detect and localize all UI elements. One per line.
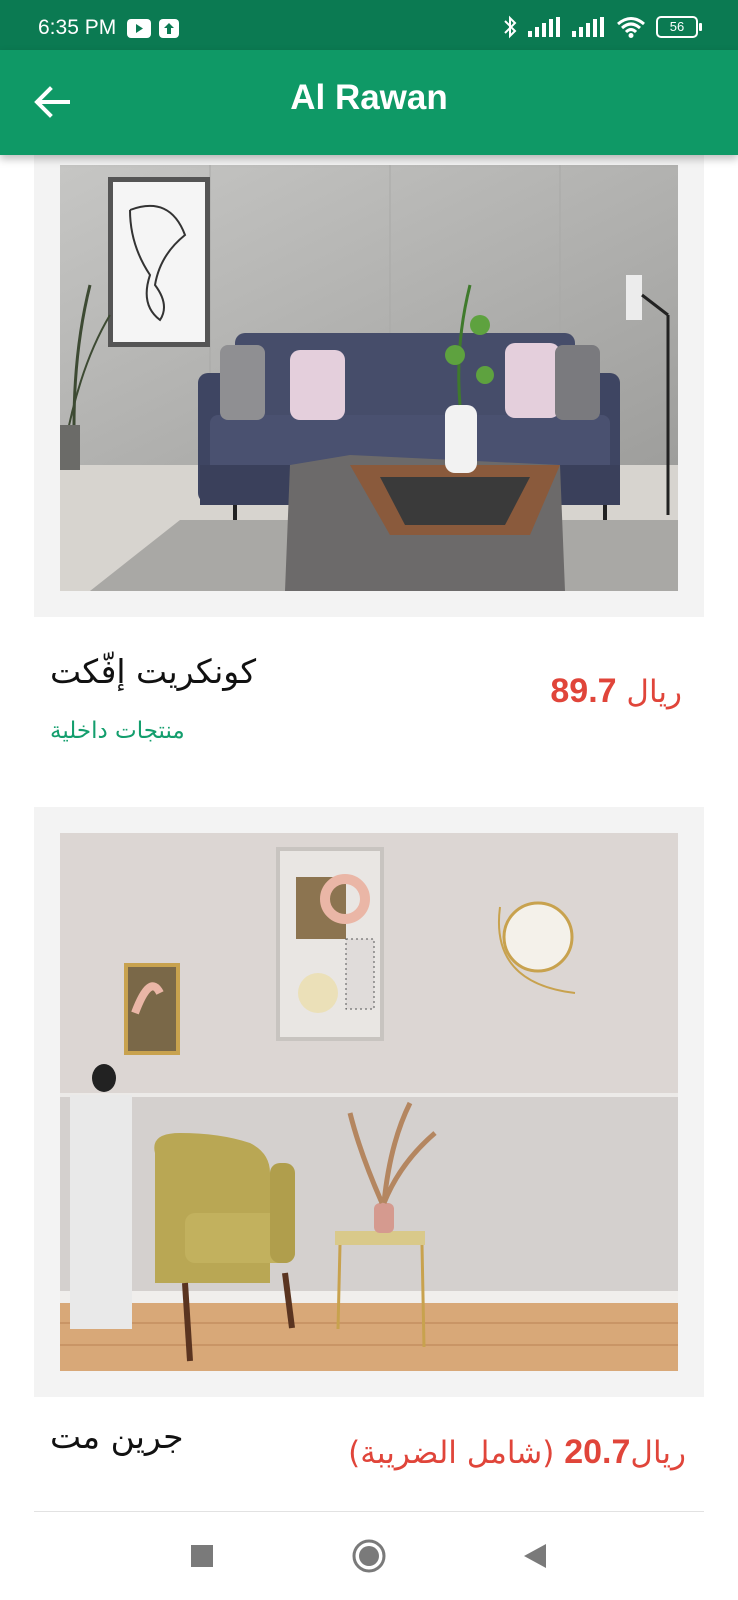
product-image[interactable] bbox=[60, 833, 678, 1371]
product-name[interactable]: جرين مت bbox=[50, 1417, 183, 1456]
recent-apps-icon bbox=[191, 1545, 213, 1567]
status-bar: 6:35 PM 56 bbox=[0, 0, 738, 50]
battery-icon: 56 bbox=[656, 16, 702, 38]
product-card-image-frame[interactable] bbox=[34, 807, 704, 1397]
living-room-beige-image bbox=[60, 833, 678, 1371]
price-value: 20.7 bbox=[564, 1433, 631, 1471]
recent-apps-button[interactable] bbox=[178, 1532, 226, 1580]
home-button[interactable] bbox=[345, 1532, 393, 1580]
status-right-icons: 56 bbox=[502, 15, 702, 39]
living-room-concrete-image bbox=[60, 165, 678, 591]
youtube-icon bbox=[127, 19, 151, 38]
page-title: Al Rawan bbox=[290, 78, 448, 117]
back-triangle-icon bbox=[524, 1544, 546, 1568]
product-image[interactable] bbox=[60, 165, 678, 591]
product-category: منتجات داخلية bbox=[50, 718, 185, 744]
bluetooth-icon bbox=[504, 15, 517, 39]
signal-icon bbox=[528, 17, 560, 37]
price-currency: ريال bbox=[630, 1435, 686, 1471]
app-bar: Al Rawan bbox=[0, 50, 738, 155]
back-nav-button[interactable] bbox=[512, 1532, 560, 1580]
signal-icon bbox=[572, 17, 604, 37]
status-time: 6:35 PM bbox=[38, 16, 117, 39]
product-price: ريال 89.7 bbox=[550, 672, 682, 711]
system-nav-bar bbox=[0, 1512, 738, 1600]
product-card-image-frame[interactable] bbox=[34, 155, 704, 617]
price-currency: ريال bbox=[626, 674, 682, 710]
home-icon bbox=[352, 1539, 386, 1573]
product-name[interactable]: كونكريت إفّكت bbox=[50, 652, 256, 691]
upload-icon bbox=[159, 19, 179, 38]
product-price: ريال20.7 (شامل الضريبة) bbox=[348, 1433, 686, 1472]
wifi-icon bbox=[617, 17, 645, 38]
status-left-icons bbox=[127, 19, 179, 38]
price-suffix: (شامل الضريبة) bbox=[348, 1435, 555, 1471]
price-value: 89.7 bbox=[550, 672, 617, 710]
product-list[interactable]: كونكريت إفّكت منتجات داخلية ريال 89.7 جر… bbox=[0, 155, 738, 1512]
